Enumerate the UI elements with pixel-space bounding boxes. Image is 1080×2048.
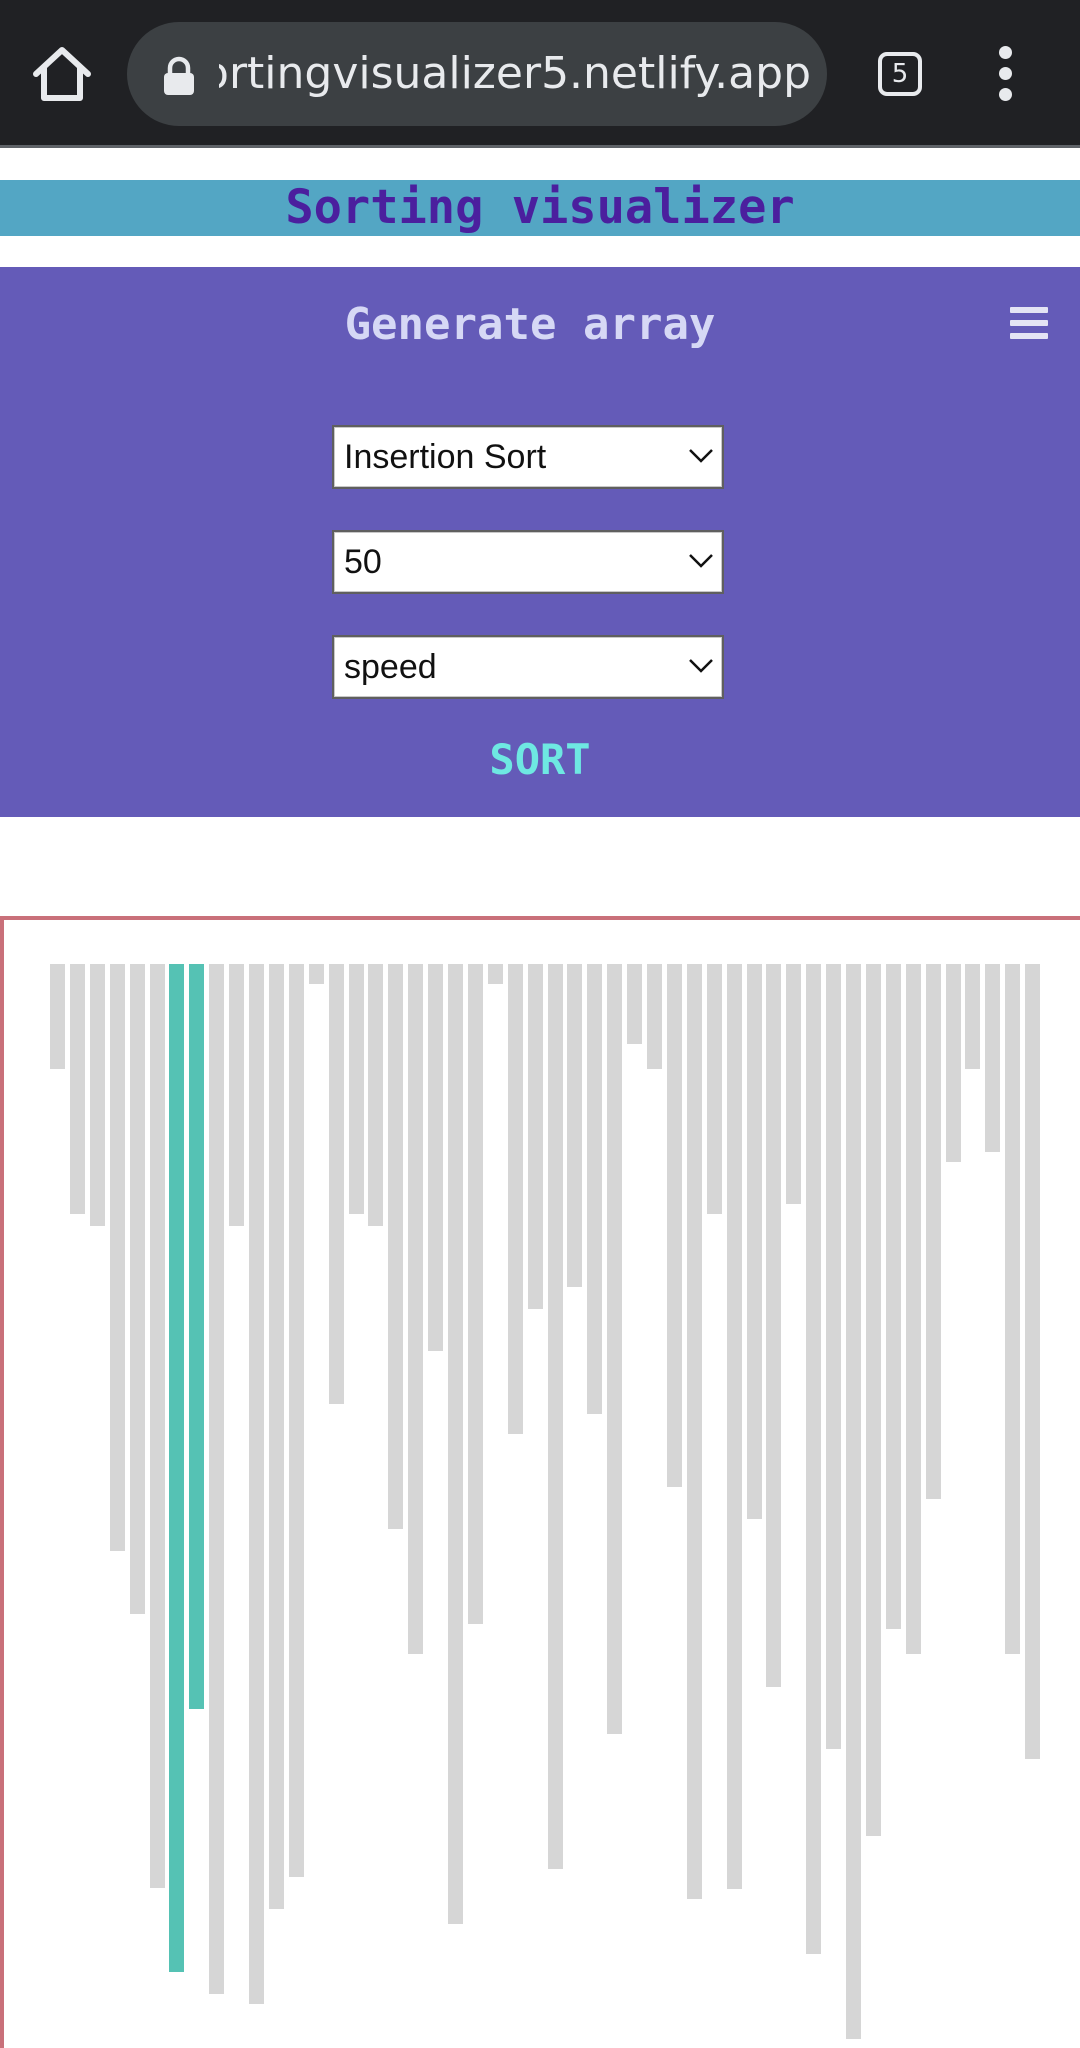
array-bar — [428, 964, 444, 1351]
speed-select[interactable]: speed — [332, 635, 724, 699]
array-bar — [1025, 964, 1041, 1759]
array-bar — [368, 964, 384, 1226]
address-bar[interactable]: sortingvisualizer5.netlify.app — [127, 22, 827, 126]
array-bar — [985, 964, 1001, 1152]
array-bar — [885, 964, 901, 1629]
array-bar — [467, 964, 483, 1624]
array-bar — [109, 964, 125, 1551]
array-bar — [666, 964, 682, 1487]
array-bar — [567, 964, 583, 1287]
array-bar — [169, 964, 185, 1972]
page-title: Sorting visualizer — [0, 180, 1080, 236]
array-bar — [706, 964, 722, 1214]
chevron-down-icon — [689, 449, 713, 463]
array-bar — [288, 964, 304, 1877]
array-bar — [726, 964, 742, 1889]
home-icon[interactable] — [28, 40, 96, 108]
browser-toolbar: sortingvisualizer5.netlify.app 5 — [0, 0, 1080, 148]
array-bar — [388, 964, 404, 1529]
array-bar — [209, 964, 225, 1994]
array-bar — [806, 964, 822, 1954]
array-bar — [686, 964, 702, 1899]
array-bar — [1005, 964, 1021, 1654]
array-bar — [408, 964, 424, 1654]
array-bar — [89, 964, 105, 1226]
url-text[interactable]: sortingvisualizer5.netlify.app — [219, 46, 811, 102]
array-bar — [189, 964, 205, 1709]
generate-array-button[interactable]: Generate array — [290, 292, 770, 358]
array-bar — [746, 964, 762, 1519]
array-bar — [69, 964, 85, 1214]
array-bar — [647, 964, 662, 1069]
array-bar — [766, 964, 782, 1687]
algorithm-select[interactable]: Insertion Sort — [332, 425, 724, 489]
array-bar — [945, 964, 961, 1162]
array-bar — [149, 964, 165, 1888]
array-bar — [925, 964, 941, 1499]
lock-icon — [164, 56, 194, 95]
array-bar — [268, 964, 284, 1909]
overflow-menu-icon[interactable] — [984, 44, 1028, 104]
array-bar — [527, 964, 543, 1309]
array-bar — [229, 964, 245, 1226]
array-bar — [50, 964, 65, 1069]
array-bar — [507, 964, 523, 1434]
array-bar — [487, 964, 503, 984]
algorithm-select-value: Insertion Sort — [344, 438, 547, 476]
array-bar — [627, 964, 643, 1044]
sort-button[interactable]: SORT — [420, 729, 660, 791]
hamburger-icon[interactable] — [1010, 307, 1048, 339]
controls-panel: Generate array Insertion Sort 50 speed S… — [0, 267, 1080, 817]
array-bar — [607, 964, 623, 1734]
array-bar — [846, 964, 861, 2039]
array-bar — [308, 964, 324, 984]
array-bar — [328, 964, 344, 1404]
speed-select-value: speed — [344, 648, 437, 686]
array-bar — [826, 964, 842, 1749]
array-bar — [249, 964, 264, 2004]
tab-switcher-button[interactable]: 5 — [878, 52, 922, 96]
array-bar — [448, 964, 463, 1924]
array-bar — [348, 964, 364, 1214]
array-size-select-value: 50 — [344, 543, 382, 581]
chevron-down-icon — [689, 659, 713, 673]
array-size-select[interactable]: 50 — [332, 530, 724, 594]
array-bar — [129, 964, 145, 1614]
array-bar — [547, 964, 563, 1869]
array-bar — [865, 964, 881, 1836]
array-bar — [587, 964, 603, 1414]
array-bar — [786, 964, 802, 1204]
chevron-down-icon — [689, 554, 713, 568]
array-bar — [965, 964, 981, 1069]
array-bar — [905, 964, 921, 1654]
